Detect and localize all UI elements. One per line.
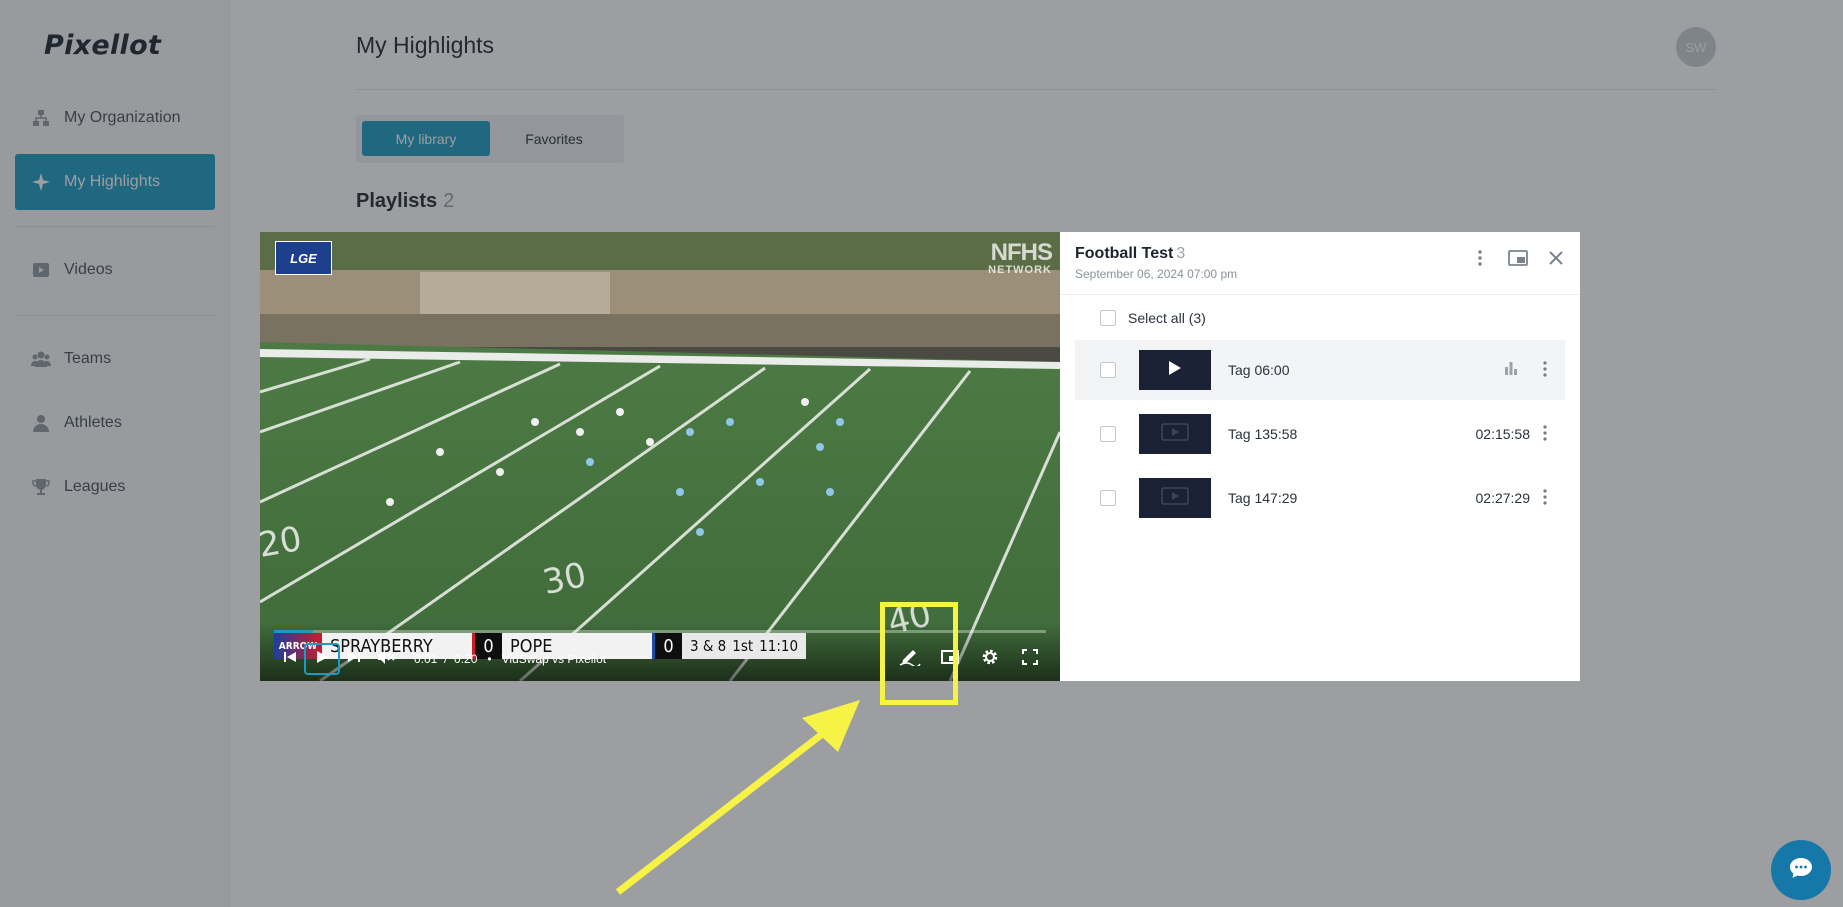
clip-checkbox[interactable] [1100,362,1116,378]
next-button[interactable] [338,645,370,673]
play-icon [1168,360,1182,381]
title-separator: • [487,652,492,666]
previous-button[interactable] [274,645,306,673]
playlist-count: 3 [1176,245,1186,262]
time-display: 0:01 / 0:20 [414,652,477,666]
lge-watermark-logo: LGE [275,241,332,275]
clip-checkbox[interactable] [1100,426,1116,442]
clip-time: 02:27:29 [1475,490,1531,506]
panel-divider [1060,294,1580,295]
skip-back-icon [283,650,297,669]
skip-forward-icon [347,650,361,669]
settings-button[interactable] [974,645,1006,673]
duration: 0:20 [454,652,478,666]
clip-checkbox[interactable] [1100,490,1116,506]
select-all-row[interactable]: Select all (3) [1100,310,1206,326]
clip-more-button[interactable] [1540,488,1550,508]
clip-thumbnail[interactable] [1139,478,1211,518]
clip-more-button[interactable] [1540,360,1550,380]
fullscreen-icon [1022,648,1038,670]
nfhs-text: NFHS [990,239,1053,266]
clip-time: 02:15:58 [1475,426,1531,442]
current-time: 0:01 [414,652,438,666]
clip-name: Tag 06:00 [1228,362,1290,378]
clip-name: Tag 135:58 [1228,426,1298,442]
select-all-checkbox[interactable] [1100,310,1116,326]
play-button[interactable] [304,643,340,675]
clip-thumbnail[interactable] [1139,350,1211,390]
clip-row[interactable]: Tag 147:29 02:27:29 [1075,468,1565,528]
gear-icon [981,648,999,671]
time-separator: / [444,652,448,666]
chat-button[interactable] [1771,840,1831,900]
clip-row[interactable]: Tag 06:00 [1075,340,1565,400]
more-vertical-icon [1478,249,1482,271]
volume-muted-icon [377,649,395,670]
select-all-label: Select all (3) [1128,310,1206,326]
fullscreen-button[interactable] [1014,645,1046,673]
play-icon [315,650,329,669]
more-vertical-icon [1543,424,1547,441]
playlist-title: Football Test 3 [1075,245,1185,263]
chat-bubble-icon [1788,856,1814,885]
svg-text:20: 20 [260,519,305,566]
panel-actions [1470,249,1566,271]
mute-button[interactable] [370,645,402,673]
nfhs-watermark: NFHS NETWORK [988,239,1053,276]
video-title: VidSwap vs Pixellot [501,652,607,666]
clip-row[interactable]: Tag 135:58 02:15:58 [1075,404,1565,464]
video-placeholder-icon [1161,486,1189,510]
playlist-name: Football Test [1075,245,1174,262]
clip-thumbnail[interactable] [1139,414,1211,454]
clip-more-button[interactable] [1540,424,1550,444]
playlist-date: September 06, 2024 07:00 pm [1075,267,1238,281]
more-vertical-icon [1543,360,1547,377]
close-button[interactable] [1546,250,1566,270]
playlist-panel: Football Test 3 September 06, 2024 07:00 … [1060,232,1580,681]
nfhs-network-text: NETWORK [988,264,1052,276]
close-icon [1548,250,1564,271]
stats-icon[interactable] [1504,361,1518,380]
annotation-highlight-box [880,602,958,705]
pip-icon [1508,249,1528,271]
more-vertical-icon [1543,488,1547,505]
minimize-player-button[interactable] [1508,249,1528,271]
more-options-button[interactable] [1470,249,1490,271]
clip-name: Tag 147:29 [1228,490,1298,506]
video-placeholder-icon [1161,422,1189,446]
